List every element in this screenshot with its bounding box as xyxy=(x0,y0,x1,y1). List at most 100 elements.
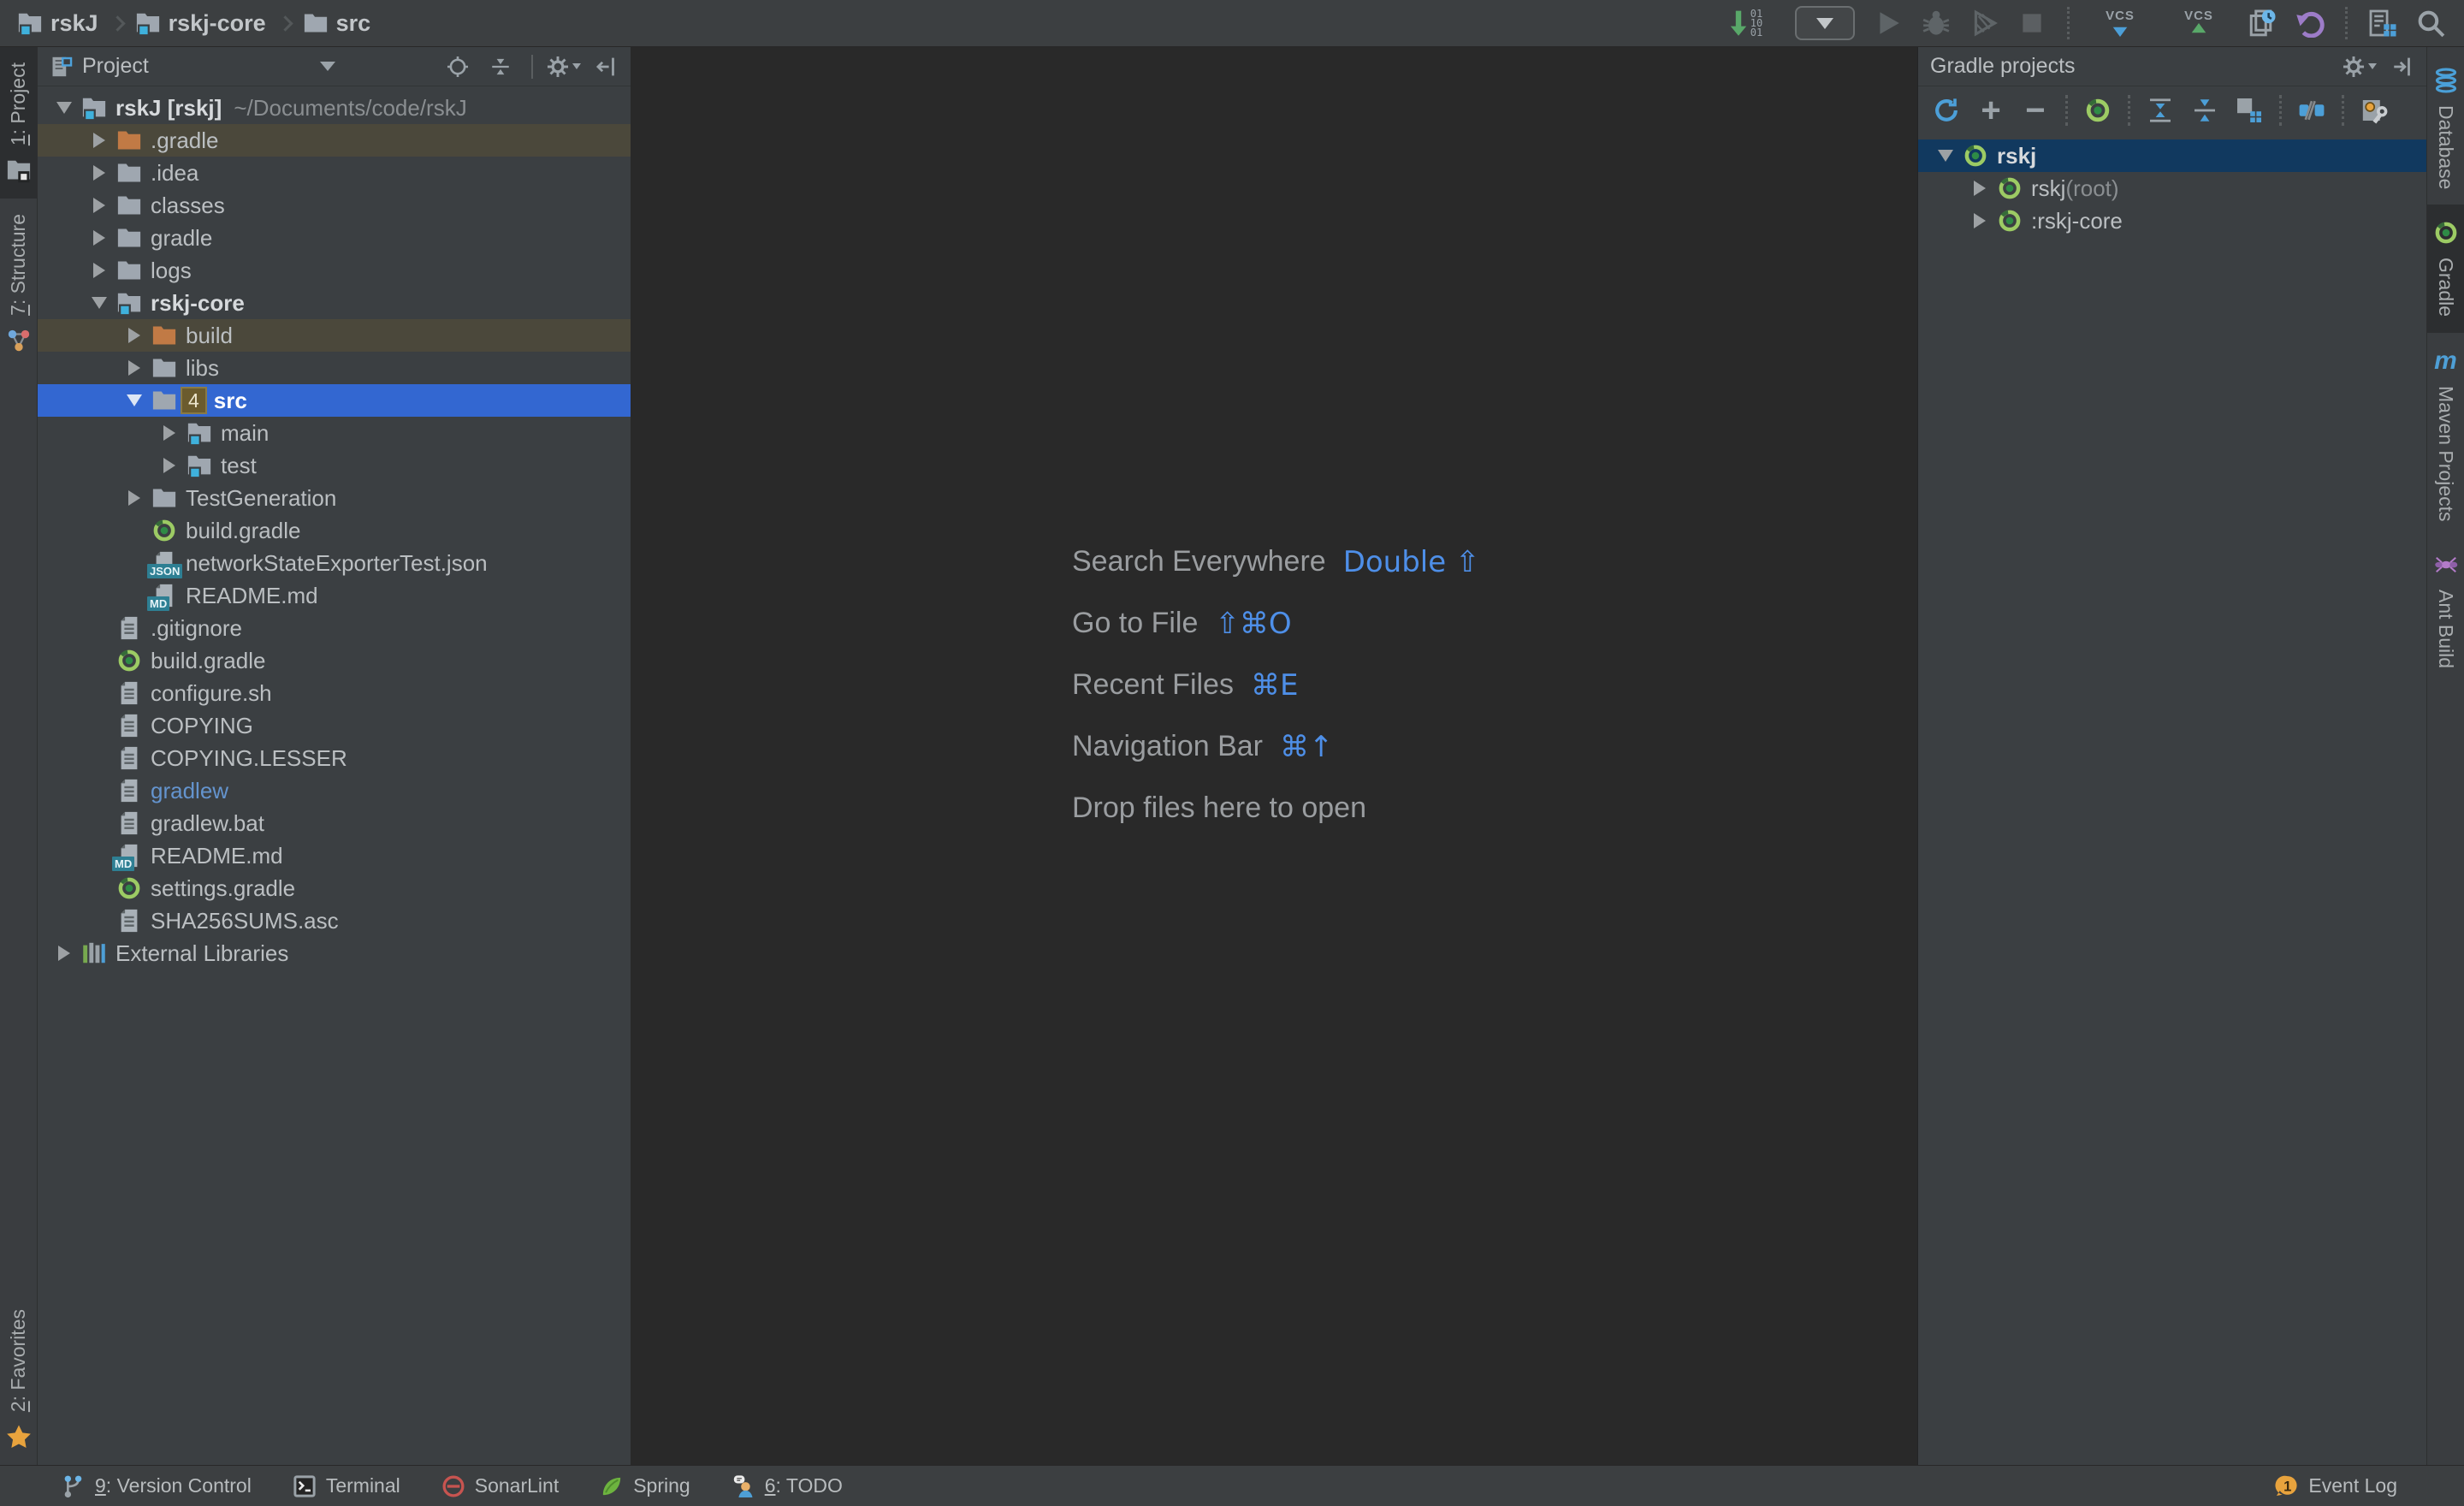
collapse-all-button[interactable] xyxy=(2185,91,2224,130)
breadcrumb-item[interactable]: rskJ xyxy=(17,10,98,37)
tool-window-tab-project[interactable]: 1: Project xyxy=(0,47,37,199)
tool-window-tab-database[interactable]: Database xyxy=(2427,52,2464,205)
tree-item-libs[interactable]: libs xyxy=(38,352,631,384)
vcs-commit-button[interactable]: VCS xyxy=(2164,3,2234,43)
debug-button[interactable] xyxy=(1916,3,1956,43)
tree-collapsed-chevron-icon[interactable] xyxy=(116,319,151,352)
tree-item-networkstateexportertest.json[interactable]: JSONnetworkStateExporterTest.json xyxy=(38,547,631,579)
status-bar-item-terminal[interactable]: Terminal xyxy=(293,1474,400,1498)
tool-window-tab-maven-projects[interactable]: mMaven Projects xyxy=(2427,333,2464,537)
tree-item-configure.sh[interactable]: configure.sh xyxy=(38,677,631,709)
tree-item-test[interactable]: test xyxy=(38,449,631,482)
detach-gradle-project-button[interactable]: − xyxy=(2016,91,2055,130)
status-bar-item-event-log[interactable]: 1 Event Log xyxy=(2275,1474,2397,1498)
tree-expanded-chevron-icon[interactable] xyxy=(116,384,151,417)
stop-button[interactable] xyxy=(2012,3,2052,43)
local-history-button[interactable] xyxy=(2242,3,2282,43)
locate-button[interactable] xyxy=(446,55,470,79)
tree-item-external-libraries[interactable]: External Libraries xyxy=(38,937,631,969)
tree-item-build.gradle[interactable]: build.gradle xyxy=(38,514,631,547)
tree-collapsed-chevron-icon[interactable] xyxy=(1963,172,1997,205)
run-gradle-task-button[interactable] xyxy=(2078,91,2118,130)
tree-collapsed-chevron-icon[interactable] xyxy=(81,124,116,157)
tree-collapsed-chevron-icon[interactable] xyxy=(81,222,116,254)
attach-gradle-project-button[interactable]: + xyxy=(1971,91,2011,130)
tree-chevron-spacer xyxy=(81,872,116,904)
vcs-update-button[interactable]: VCS xyxy=(2085,3,2155,43)
project-structure-button[interactable] xyxy=(2363,3,2402,43)
tree-item-gradlew[interactable]: gradlew xyxy=(38,774,631,807)
tree-item-gradlew.bat[interactable]: gradlew.bat xyxy=(38,807,631,839)
editor-drop-area[interactable]: Search Everywhere Double ⇧ Go to File ⇧⌘… xyxy=(631,47,1917,1465)
view-selector-caret-icon[interactable] xyxy=(320,62,335,71)
tree-item-copying.lesser[interactable]: COPYING.LESSER xyxy=(38,742,631,774)
toggle-sources-button[interactable] xyxy=(2292,91,2331,130)
tool-window-tab-gradle[interactable]: Gradle xyxy=(2427,205,2464,332)
tree-collapsed-chevron-icon[interactable] xyxy=(151,417,187,449)
gradle-tree-item-rskj[interactable]: rskj (root) xyxy=(1918,172,2426,205)
group-modules-button[interactable] xyxy=(2230,91,2269,130)
status-bar-item-9-version-control[interactable]: 9: Version Control xyxy=(62,1474,252,1498)
tree-item-main[interactable]: main xyxy=(38,417,631,449)
tree-collapsed-chevron-icon[interactable] xyxy=(1963,205,1997,237)
tool-window-tab-structure[interactable]: 7: Structure xyxy=(0,199,37,369)
tree-chevron-spacer xyxy=(81,807,116,839)
expand-all-button[interactable] xyxy=(2141,91,2180,130)
tree-collapsed-chevron-icon[interactable] xyxy=(116,482,151,514)
tree-item-.gitignore[interactable]: .gitignore xyxy=(38,612,631,644)
gradle-icon xyxy=(116,875,142,901)
tree-expanded-chevron-icon[interactable] xyxy=(81,287,116,319)
tree-item-.idea[interactable]: .idea xyxy=(38,157,631,189)
tree-item-rskj-core[interactable]: rskj-core xyxy=(38,287,631,319)
collapse-all-button[interactable] xyxy=(489,55,512,79)
refresh-gradle-button[interactable] xyxy=(1927,91,1966,130)
tree-item-copying[interactable]: COPYING xyxy=(38,709,631,742)
locate-icon xyxy=(447,56,469,78)
gradle-tree-item-rskj[interactable]: rskj xyxy=(1918,139,2426,172)
tree-item-rskj-rskj-[interactable]: rskJ [rskj]~/Documents/code/rskJ xyxy=(38,92,631,124)
tree-item-settings.gradle[interactable]: settings.gradle xyxy=(38,872,631,904)
rollback-icon xyxy=(2290,3,2330,43)
project-panel-title[interactable]: Project xyxy=(82,54,149,79)
gradle-tree-item--rskj-core[interactable]: :rskj-core xyxy=(1918,205,2426,237)
tree-collapsed-chevron-icon[interactable] xyxy=(151,449,187,482)
breadcrumb-item[interactable]: rskj-core xyxy=(135,10,266,37)
gear-button[interactable] xyxy=(2348,55,2372,79)
hide-left-button[interactable] xyxy=(595,55,619,79)
tree-collapsed-chevron-icon[interactable] xyxy=(81,157,116,189)
tree-collapsed-chevron-icon[interactable] xyxy=(116,352,151,384)
gear-button[interactable] xyxy=(552,55,576,79)
tree-item-testgeneration[interactable]: TestGeneration xyxy=(38,482,631,514)
tree-item-readme.md[interactable]: MDREADME.md xyxy=(38,579,631,612)
tree-collapsed-chevron-icon[interactable] xyxy=(46,937,81,969)
update-application-button[interactable]: 011001 xyxy=(1711,3,1781,43)
tree-chevron-spacer xyxy=(81,677,116,709)
tree-expanded-chevron-icon[interactable] xyxy=(46,92,81,124)
status-bar-item-6-todo[interactable]: 6: TODO xyxy=(732,1474,843,1498)
tree-item-build[interactable]: build xyxy=(38,319,631,352)
breadcrumb-item[interactable]: src xyxy=(303,10,371,37)
rollback-button[interactable] xyxy=(2290,3,2330,43)
tree-item-.gradle[interactable]: .gradle xyxy=(38,124,631,157)
tree-item-build.gradle[interactable]: build.gradle xyxy=(38,644,631,677)
hide-right-button[interactable] xyxy=(2390,55,2414,79)
run-configuration-selector[interactable] xyxy=(1790,3,1860,43)
run-config-combo-icon xyxy=(1790,3,1860,43)
tree-item-gradle[interactable]: gradle xyxy=(38,222,631,254)
tree-collapsed-chevron-icon[interactable] xyxy=(81,189,116,222)
tree-item-sha256sums.asc[interactable]: SHA256SUMS.asc xyxy=(38,904,631,937)
gradle-settings-button[interactable] xyxy=(2354,91,2394,130)
tree-item-classes[interactable]: classes xyxy=(38,189,631,222)
status-bar-item-spring[interactable]: Spring xyxy=(600,1474,690,1498)
search-everywhere-button[interactable] xyxy=(2411,3,2450,43)
tree-item-readme.md[interactable]: MDREADME.md xyxy=(38,839,631,872)
tool-window-tab-ant-build[interactable]: Ant Build xyxy=(2427,537,2464,684)
tree-expanded-chevron-icon[interactable] xyxy=(1928,139,1963,172)
tree-item-src[interactable]: 4src xyxy=(38,384,631,417)
tree-collapsed-chevron-icon[interactable] xyxy=(81,254,116,287)
status-bar-item-sonarlint[interactable]: SonarLint xyxy=(441,1474,559,1498)
run-with-coverage-button[interactable] xyxy=(1964,3,2004,43)
tree-item-logs[interactable]: logs xyxy=(38,254,631,287)
run-button[interactable] xyxy=(1869,3,1908,43)
tool-window-tab-favorites[interactable]: 2: Favorites xyxy=(0,1294,37,1465)
